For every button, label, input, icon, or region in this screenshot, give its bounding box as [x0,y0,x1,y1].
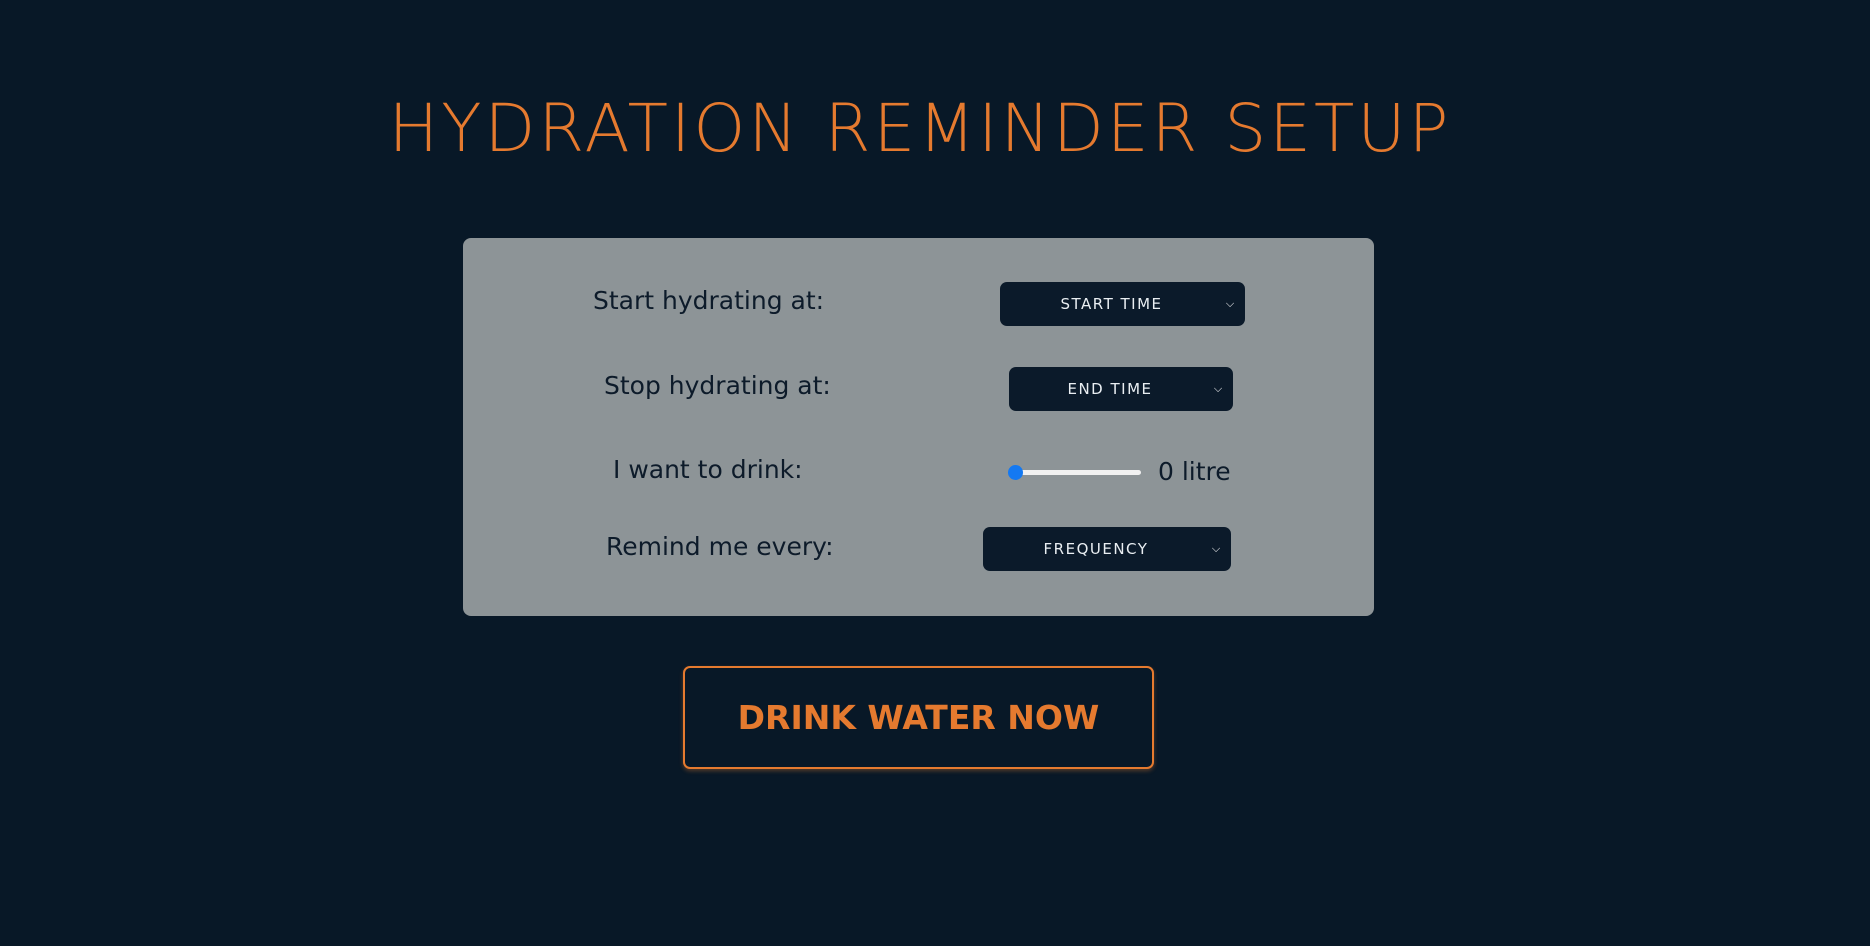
end-time-label: Stop hydrating at: [604,371,831,400]
slider-track [1009,470,1141,475]
settings-panel: Start hydrating at: START TIME ⌵ Stop hy… [463,238,1374,616]
start-time-select-value: START TIME [1060,295,1163,313]
chevron-down-icon: ⌵ [1213,382,1223,395]
start-time-label: Start hydrating at: [593,286,825,315]
end-time-select-value: END TIME [1067,380,1153,398]
frequency-label: Remind me every: [606,532,834,561]
drink-amount-readout: 0 litre [1158,457,1231,486]
frequency-select[interactable]: FREQUENCY ⌵ [983,527,1231,571]
drink-amount-label: I want to drink: [613,455,803,484]
drink-amount-slider[interactable] [1008,463,1141,483]
end-time-select[interactable]: END TIME ⌵ [1009,367,1233,411]
frequency-select-value: FREQUENCY [1043,540,1149,558]
start-time-select[interactable]: START TIME ⌵ [1000,282,1245,326]
slider-thumb[interactable] [1008,465,1023,480]
page-title: HYDRATION REMINDER SETUP [388,90,1452,167]
chevron-down-icon: ⌵ [1211,542,1221,555]
chevron-down-icon: ⌵ [1225,297,1235,310]
drink-water-now-button[interactable]: DRINK WATER NOW [683,666,1154,769]
